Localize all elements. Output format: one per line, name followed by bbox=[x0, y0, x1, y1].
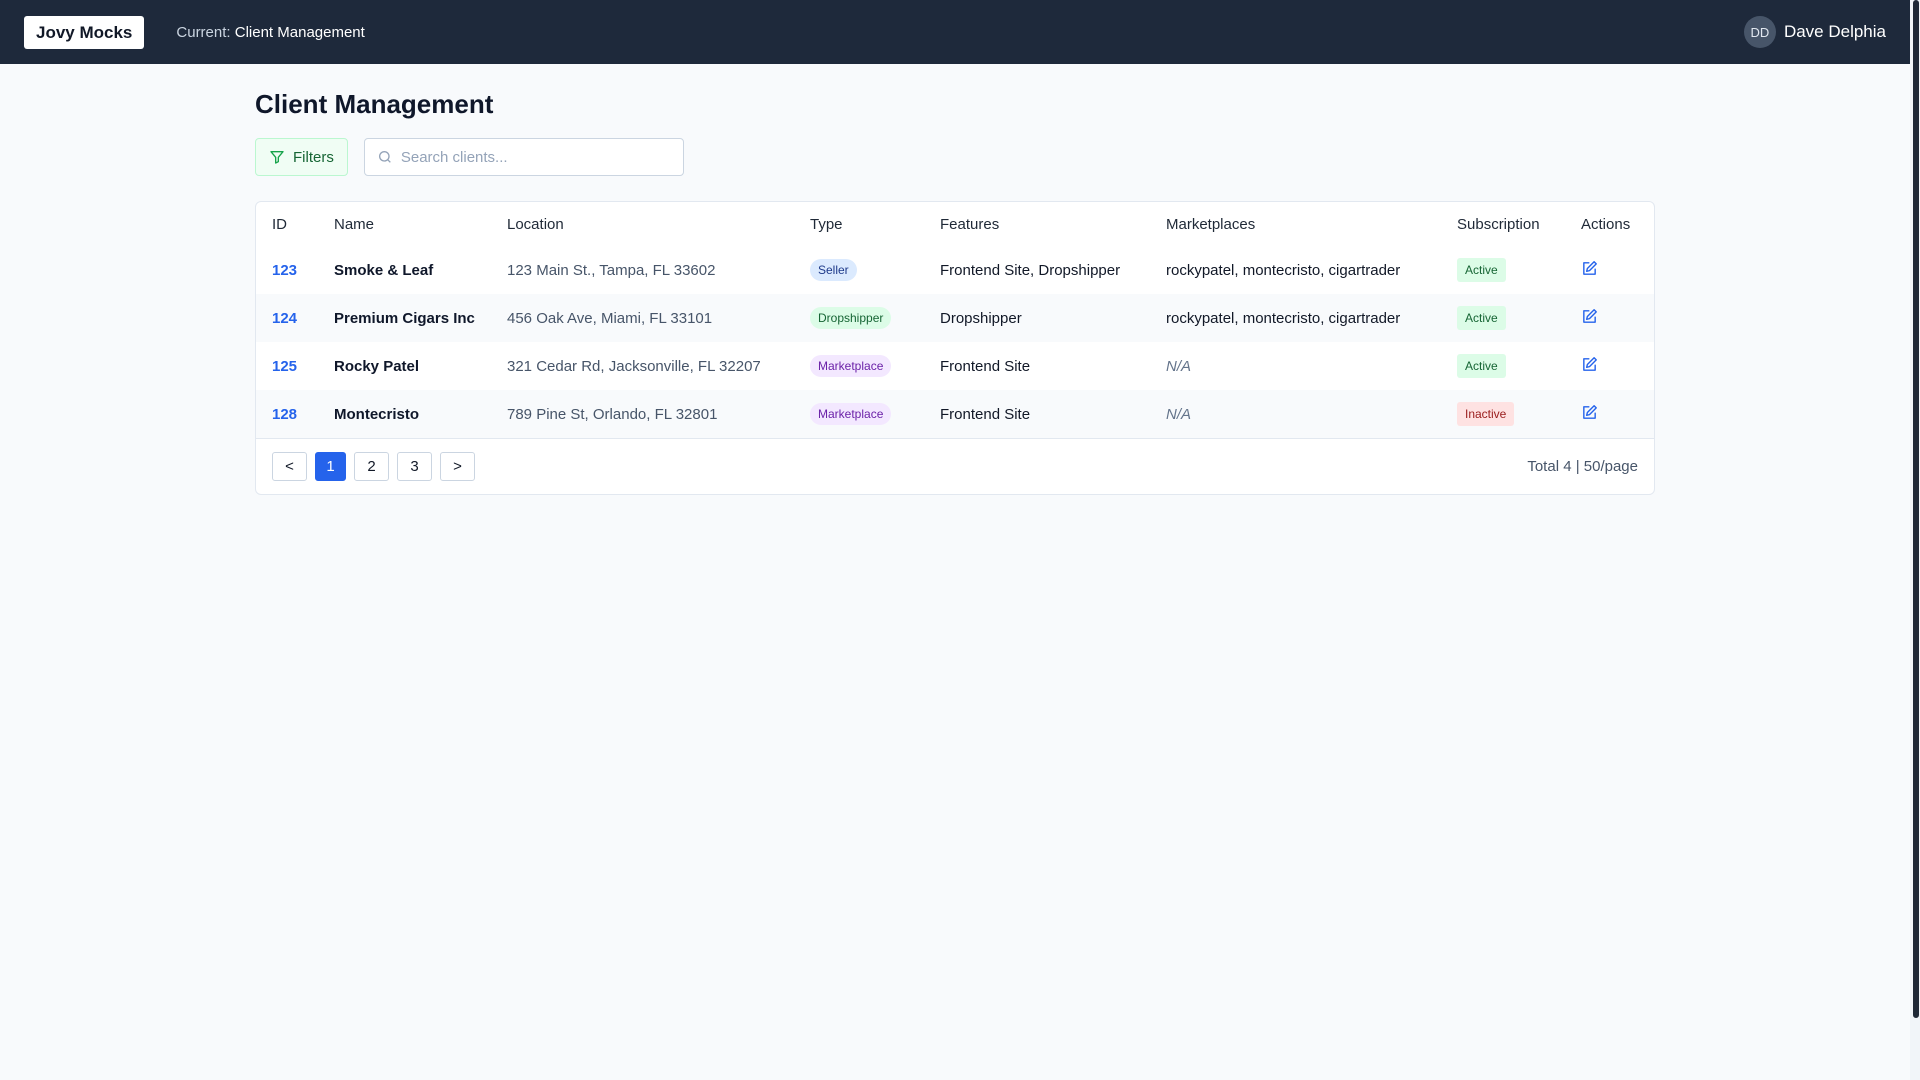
col-header-id: ID bbox=[272, 215, 287, 233]
client-marketplaces: rockypatel, montecristo, cigartrader bbox=[1150, 294, 1441, 342]
client-marketplaces: rockypatel, montecristo, cigartrader bbox=[1166, 261, 1401, 279]
top-navbar: Jovy Mocks Current: Client Management DD… bbox=[0, 0, 1910, 64]
client-name: Montecristo bbox=[318, 390, 491, 438]
brand-logo[interactable]: Jovy Mocks bbox=[24, 15, 145, 49]
avatar: DD bbox=[1743, 16, 1776, 48]
client-location: 789 Pine St, Orlando, FL 32801 bbox=[491, 390, 794, 438]
type-badge: Marketplace bbox=[810, 403, 892, 425]
user-menu[interactable]: DD Dave Delphia bbox=[1743, 16, 1886, 48]
edit-button[interactable] bbox=[1581, 308, 1598, 329]
client-marketplaces: N/A bbox=[1166, 357, 1192, 375]
next-page-button[interactable]: > bbox=[440, 452, 475, 481]
client-name: Rocky Patel bbox=[334, 357, 420, 375]
scrollbar-thumb[interactable] bbox=[1913, 0, 1919, 1018]
client-location: 321 Cedar Rd, Jacksonville, FL 32207 bbox=[507, 357, 761, 375]
col-header-actions: Actions bbox=[1581, 215, 1631, 233]
filters-label: Filters bbox=[293, 148, 334, 166]
type-badge: Dropshipper bbox=[810, 307, 892, 329]
table-row: 124 Premium Cigars Inc 456 Oak Ave, Miam… bbox=[256, 294, 1654, 342]
client-id-link[interactable]: 125 bbox=[272, 358, 297, 375]
pagination: < 1 2 3 > Total 4 | 50/page bbox=[256, 438, 1654, 494]
subscription-badge: Active bbox=[1457, 306, 1506, 330]
filters-button[interactable]: Filters bbox=[255, 138, 348, 176]
clients-table-card: ID Name Location Type Features Marketpla… bbox=[255, 201, 1655, 495]
main-content: Client Management Filters ID Name Locati… bbox=[255, 64, 1655, 495]
scrollbar[interactable] bbox=[1910, 0, 1920, 1080]
client-marketplaces: N/A bbox=[1150, 390, 1441, 438]
edit-button[interactable] bbox=[1581, 260, 1598, 281]
client-id-link[interactable]: 123 bbox=[272, 262, 297, 279]
user-name: Dave Delphia bbox=[1783, 22, 1886, 41]
search-input[interactable] bbox=[400, 148, 661, 166]
col-header-location: Location bbox=[507, 215, 564, 233]
page-button-3[interactable]: 3 bbox=[397, 452, 432, 481]
subscription-badge: Active bbox=[1457, 258, 1506, 282]
search-box bbox=[363, 138, 684, 176]
current-page-indicator: Current: Client Management bbox=[176, 24, 364, 41]
prev-page-button[interactable]: < bbox=[272, 452, 307, 481]
current-value: Client Management bbox=[234, 23, 365, 41]
client-location: 123 Main St., Tampa, FL 33602 bbox=[507, 261, 716, 279]
search-icon bbox=[378, 151, 391, 163]
client-id-link[interactable]: 128 bbox=[272, 406, 297, 423]
client-features: Frontend Site bbox=[940, 357, 1031, 375]
page-title: Client Management bbox=[255, 89, 494, 119]
edit-button[interactable] bbox=[1581, 356, 1598, 377]
client-id-link[interactable]: 124 bbox=[272, 310, 297, 327]
col-header-features: Features bbox=[940, 215, 1000, 233]
subscription-badge: Inactive bbox=[1457, 402, 1515, 426]
edit-icon bbox=[1583, 308, 1597, 323]
client-name: Smoke & Leaf bbox=[334, 261, 434, 279]
edit-icon bbox=[1583, 404, 1597, 419]
client-features: Frontend Site, Dropshipper bbox=[940, 261, 1121, 279]
col-header-subscription: Subscription bbox=[1457, 215, 1540, 233]
type-badge: Seller bbox=[810, 259, 857, 281]
col-header-name: Name bbox=[334, 215, 375, 233]
page-button-2[interactable]: 2 bbox=[354, 452, 389, 481]
toolbar: Filters bbox=[255, 138, 1655, 176]
col-header-marketplaces: Marketplaces bbox=[1166, 215, 1256, 233]
clients-table: ID Name Location Type Features Marketpla… bbox=[256, 202, 1654, 438]
table-header-row: ID Name Location Type Features Marketpla… bbox=[256, 202, 1654, 246]
edit-icon bbox=[1583, 356, 1597, 371]
client-name: Premium Cigars Inc bbox=[318, 294, 491, 342]
client-location: 456 Oak Ave, Miami, FL 33101 bbox=[491, 294, 794, 342]
subscription-badge: Active bbox=[1457, 354, 1506, 378]
table-row: 123 Smoke & Leaf 123 Main St., Tampa, FL… bbox=[256, 246, 1654, 294]
client-features: Frontend Site bbox=[924, 390, 1150, 438]
current-label: Current: bbox=[176, 23, 231, 41]
pagination-info: Total 4 | 50/page bbox=[1527, 458, 1638, 475]
client-features: Dropshipper bbox=[924, 294, 1150, 342]
col-header-type: Type bbox=[810, 215, 843, 233]
edit-icon bbox=[1583, 260, 1597, 275]
type-badge: Marketplace bbox=[810, 355, 892, 377]
table-row: 128 Montecristo 789 Pine St, Orlando, FL… bbox=[256, 390, 1654, 438]
edit-button[interactable] bbox=[1581, 404, 1598, 425]
filter-icon bbox=[270, 151, 284, 164]
table-row: 125 Rocky Patel 321 Cedar Rd, Jacksonvil… bbox=[256, 342, 1654, 390]
page-button-1[interactable]: 1 bbox=[315, 452, 346, 481]
